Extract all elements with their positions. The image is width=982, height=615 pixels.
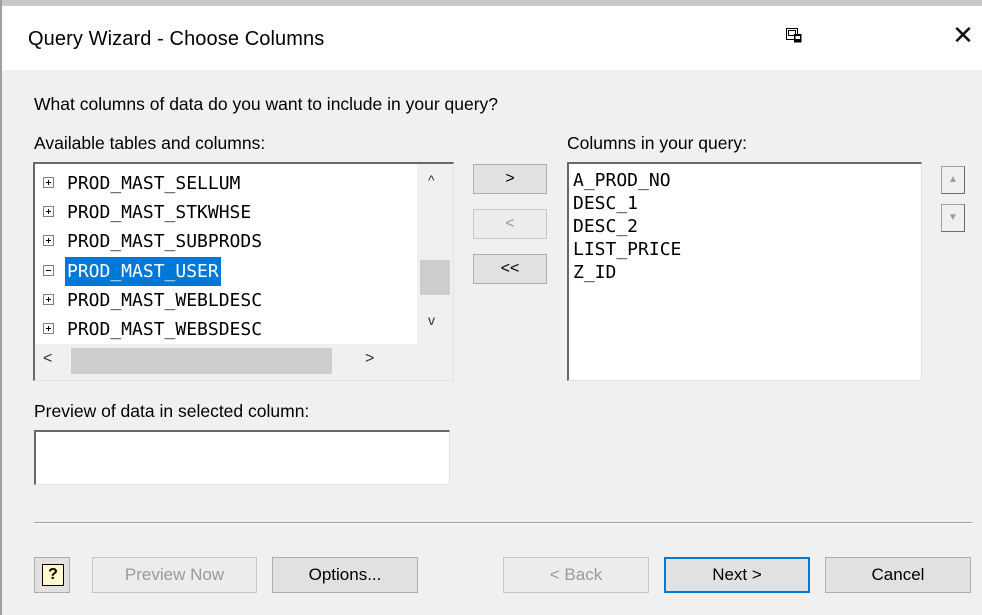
left-edge — [0, 0, 2, 615]
window-title: Query Wizard - Choose Columns — [28, 28, 325, 50]
query-wizard-dialog: Query Wizard - Choose Columns ✕ What col… — [0, 0, 982, 615]
expand-icon[interactable] — [43, 177, 54, 188]
scroll-right-icon[interactable]: > — [365, 350, 374, 368]
help-icon: ? — [42, 564, 64, 586]
title-bar[interactable]: Query Wizard - Choose Columns ✕ — [2, 6, 982, 70]
horizontal-scroll-thumb[interactable] — [71, 348, 332, 374]
tree-item-label: PROD_MAST_SELLUM — [67, 173, 241, 194]
expand-icon[interactable] — [43, 294, 54, 305]
tree-item-label: PROD_MAST_WEBSDESC — [67, 319, 263, 340]
tree-item-label: PROD_MAST_STKWHSE — [67, 202, 252, 223]
scroll-left-icon[interactable]: < — [43, 350, 52, 368]
options-label: Options... — [308, 565, 382, 584]
available-tree[interactable]: PROD_MAST_SELLUM PROD_MAST_STKWHSE PROD_… — [33, 162, 454, 381]
tree-item-label: PROD_MAST_WEBLDESC — [67, 290, 263, 311]
list-item[interactable]: Z_ID — [573, 261, 616, 284]
available-label: Available tables and columns: — [34, 133, 266, 153]
back-label: < Back — [549, 565, 603, 584]
move-down-icon: ▼ — [948, 212, 958, 223]
scroll-up-icon[interactable]: ^ — [428, 172, 435, 188]
move-up-button[interactable]: ▲ — [941, 166, 965, 194]
close-button[interactable]: ✕ — [950, 20, 976, 50]
options-button[interactable]: Options... — [272, 557, 418, 593]
preview-now-label: Preview Now — [124, 565, 225, 584]
collapse-icon[interactable] — [43, 265, 54, 276]
preview-now-button[interactable]: Preview Now — [92, 557, 257, 593]
tree-item-label: PROD_MAST_USER — [65, 257, 221, 286]
cancel-label: Cancel — [871, 565, 925, 584]
horizontal-scrollbar[interactable]: < > — [35, 344, 417, 380]
next-label: Next > — [712, 565, 762, 584]
back-button[interactable]: < Back — [503, 557, 649, 593]
remove-all-label: << — [500, 260, 520, 277]
add-column-button[interactable]: > — [473, 164, 547, 194]
help-button[interactable]: ? — [34, 557, 70, 593]
list-item[interactable]: A_PROD_NO — [573, 169, 671, 192]
move-down-button[interactable]: ▼ — [941, 204, 965, 232]
preview-field[interactable] — [34, 430, 450, 485]
query-columns-list[interactable]: A_PROD_NO DESC_1 DESC_2 LIST_PRICE Z_ID — [567, 162, 922, 381]
expand-icon[interactable] — [43, 235, 54, 246]
window-menu-icon[interactable] — [786, 28, 802, 43]
footer-separator — [34, 522, 972, 524]
add-column-label: > — [505, 170, 515, 187]
prompt-text: What columns of data do you want to incl… — [34, 94, 499, 114]
list-item[interactable]: DESC_2 — [573, 215, 638, 238]
list-item[interactable]: LIST_PRICE — [573, 238, 681, 261]
query-columns-label: Columns in your query: — [567, 133, 747, 153]
scrollbar-corner — [417, 344, 453, 380]
move-up-icon: ▲ — [948, 174, 958, 185]
tree-viewport: PROD_MAST_SELLUM PROD_MAST_STKWHSE PROD_… — [35, 164, 417, 344]
tree-item-label: PROD_MAST_SUBPRODS — [67, 231, 263, 252]
next-button[interactable]: Next > — [664, 557, 810, 593]
preview-label: Preview of data in selected column: — [34, 401, 310, 421]
expand-icon[interactable] — [43, 206, 54, 217]
list-item[interactable]: DESC_1 — [573, 192, 638, 215]
vertical-scroll-thumb[interactable] — [420, 260, 450, 295]
scroll-down-icon[interactable]: v — [428, 312, 435, 328]
vertical-scrollbar[interactable]: ^ v — [417, 164, 453, 344]
expand-icon[interactable] — [43, 323, 54, 334]
remove-all-columns-button[interactable]: << — [473, 254, 547, 284]
remove-column-button[interactable]: < — [473, 209, 547, 239]
cancel-button[interactable]: Cancel — [825, 557, 971, 593]
remove-column-label: < — [505, 215, 515, 232]
